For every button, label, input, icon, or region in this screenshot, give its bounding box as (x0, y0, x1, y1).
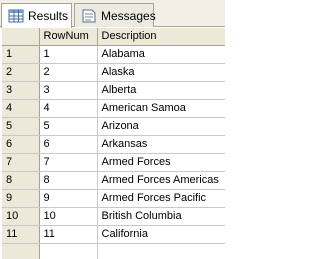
row-number-cell[interactable]: 1 (2, 45, 40, 64)
tab-results-label: Results (28, 9, 69, 23)
description-cell[interactable]: British Columbia (97, 207, 225, 226)
table-row[interactable]: 10 10 British Columbia (2, 207, 225, 226)
row-number-cell[interactable]: 10 (2, 207, 40, 226)
grid-icon (8, 9, 24, 23)
rownum-cell[interactable]: 5 (39, 117, 98, 136)
description-cell[interactable]: Alberta (97, 81, 225, 100)
description-cell[interactable]: Alabama (97, 45, 225, 64)
tab-messages[interactable]: Messages (74, 3, 156, 27)
description-cell[interactable]: California (97, 225, 225, 244)
table-row[interactable]: 7 7 Armed Forces (2, 153, 225, 172)
row-number-cell[interactable]: 8 (2, 171, 40, 190)
row-number-cell[interactable] (2, 243, 40, 259)
table-row[interactable]: 4 4 American Samoa (2, 99, 225, 118)
messages-icon (81, 9, 97, 23)
row-number-cell[interactable]: 9 (2, 189, 40, 208)
table-row[interactable] (2, 243, 225, 259)
table-row[interactable]: 8 8 Armed Forces Americas (2, 171, 225, 190)
column-header-description[interactable]: Description (97, 28, 225, 46)
row-number-cell[interactable]: 3 (2, 81, 40, 100)
row-number-cell[interactable]: 2 (2, 63, 40, 82)
results-table: RowNum Description 1 1 Alabama 2 2 Alaska 3 3 Al… (2, 28, 225, 259)
row-number-cell[interactable]: 6 (2, 135, 40, 154)
row-selector-header[interactable] (2, 28, 40, 46)
description-cell[interactable]: Armed Forces Americas (97, 171, 225, 190)
row-number-cell[interactable]: 4 (2, 99, 40, 118)
header-row: RowNum Description (2, 28, 225, 46)
table-row[interactable]: 6 6 Arkansas (2, 135, 225, 154)
rownum-cell[interactable] (39, 243, 98, 259)
rownum-cell[interactable]: 8 (39, 171, 98, 190)
results-grid[interactable]: RowNum Description 1 1 Alabama 2 2 Alaska 3 3 Al… (2, 28, 225, 259)
description-cell[interactable]: Alaska (97, 63, 225, 82)
row-number-cell[interactable]: 7 (2, 153, 40, 172)
column-header-rownum[interactable]: RowNum (39, 28, 98, 46)
tab-messages-label: Messages (101, 8, 156, 23)
description-cell[interactable]: American Samoa (97, 99, 225, 118)
description-cell[interactable]: Armed Forces Pacific (97, 189, 225, 208)
tab-results[interactable]: Results (1, 3, 72, 28)
row-number-cell[interactable]: 11 (2, 225, 40, 244)
rownum-cell[interactable]: 7 (39, 153, 98, 172)
rownum-cell[interactable]: 2 (39, 63, 98, 82)
row-number-cell[interactable]: 5 (2, 117, 40, 136)
table-row[interactable]: 11 11 California (2, 225, 225, 244)
description-cell[interactable]: Armed Forces (97, 153, 225, 172)
description-cell[interactable]: Arizona (97, 117, 225, 136)
rownum-cell[interactable]: 10 (39, 207, 98, 226)
table-row[interactable]: 5 5 Arizona (2, 117, 225, 136)
table-row[interactable]: 9 9 Armed Forces Pacific (2, 189, 225, 208)
description-cell[interactable]: Arkansas (97, 135, 225, 154)
description-cell[interactable] (97, 243, 225, 259)
results-tab-bar: Results Messages (0, 0, 225, 28)
rownum-cell[interactable]: 11 (39, 225, 98, 244)
rownum-cell[interactable]: 3 (39, 81, 98, 100)
rownum-cell[interactable]: 6 (39, 135, 98, 154)
rownum-cell[interactable]: 4 (39, 99, 98, 118)
table-row[interactable]: 1 1 Alabama (2, 45, 225, 64)
rownum-cell[interactable]: 1 (39, 45, 98, 64)
table-row[interactable]: 2 2 Alaska (2, 63, 225, 82)
rownum-cell[interactable]: 9 (39, 189, 98, 208)
table-row[interactable]: 3 3 Alberta (2, 81, 225, 100)
